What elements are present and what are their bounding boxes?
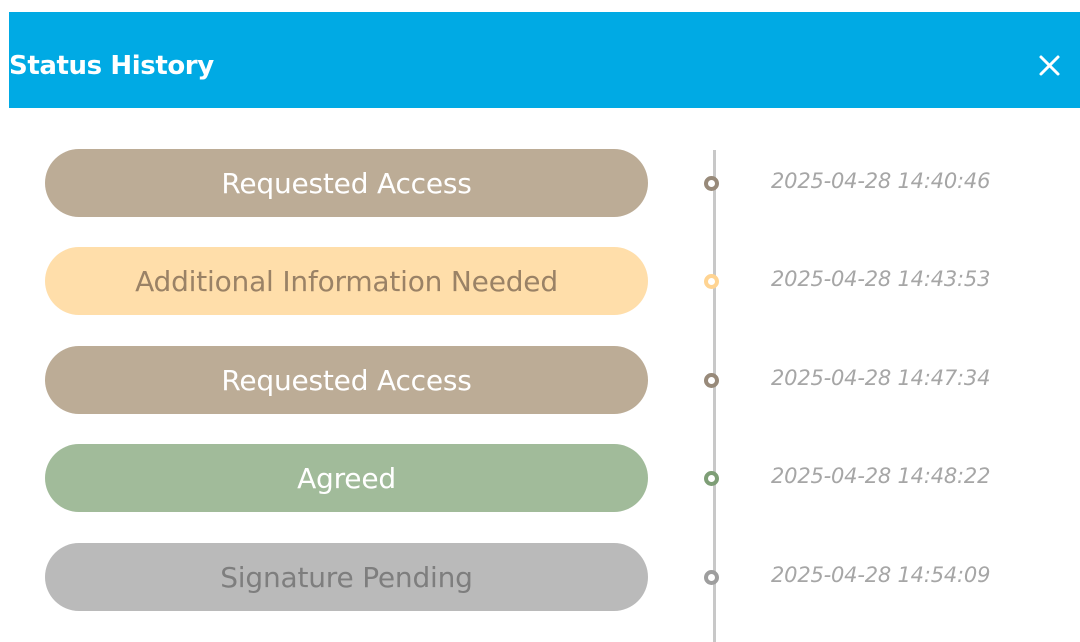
timeline-dot (704, 176, 719, 191)
history-row: Additional Information Needed 2025-04-28… (0, 247, 1080, 315)
status-pill[interactable]: Additional Information Needed (45, 247, 648, 315)
status-timestamp: 2025-04-28 14:54:09 (771, 563, 991, 587)
dialog-title: Status History (9, 51, 214, 81)
status-pill[interactable]: Agreed (45, 444, 648, 512)
status-timestamp: 2025-04-28 14:48:22 (771, 464, 991, 488)
status-timestamp: 2025-04-28 14:43:53 (771, 267, 991, 291)
status-timestamp: 2025-04-28 14:47:34 (771, 366, 991, 390)
timeline-dot (704, 274, 719, 289)
timeline-dot (704, 471, 719, 486)
history-row: Requested Access 2025-04-28 14:47:34 (0, 346, 1080, 414)
status-pill[interactable]: Requested Access (45, 346, 648, 414)
timeline-dot (704, 570, 719, 585)
timeline-dot (704, 373, 719, 388)
status-timestamp: 2025-04-28 14:40:46 (771, 169, 991, 193)
status-pill[interactable]: Signature Pending (45, 543, 648, 611)
dialog-header: Status History (9, 12, 1080, 108)
history-row: Signature Pending 2025-04-28 14:54:09 (0, 543, 1080, 611)
history-row: Agreed 2025-04-28 14:48:22 (0, 444, 1080, 512)
status-pill[interactable]: Requested Access (45, 149, 648, 217)
history-row: Requested Access 2025-04-28 14:40:46 (0, 149, 1080, 217)
close-icon (1039, 55, 1060, 76)
close-button[interactable] (1029, 45, 1069, 85)
